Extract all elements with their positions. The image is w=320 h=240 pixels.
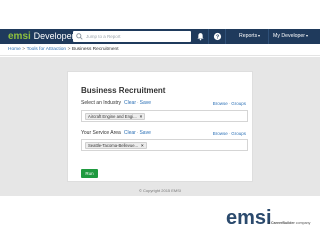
industry-label: Select an Industry xyxy=(81,100,122,106)
industry-browse-link[interactable]: Browse xyxy=(213,101,228,106)
main-content: Business Recruitment Select an Industry C… xyxy=(0,57,320,196)
help-icon[interactable]: ? xyxy=(213,32,222,41)
breadcrumb-separator: > xyxy=(22,47,26,52)
breadcrumb-separator: > xyxy=(67,47,71,52)
industry-clear-link[interactable]: Clear xyxy=(124,100,136,106)
link-separator: · xyxy=(228,101,231,106)
breadcrumb-tools-for-attraction[interactable]: Tools for Attraction xyxy=(27,47,66,52)
page-title: Business Recruitment xyxy=(81,86,166,95)
link-separator: · xyxy=(228,131,231,136)
tagline-prefix: a xyxy=(268,221,270,225)
breadcrumb-bar: Home > Tools for Attraction > Business Recru… xyxy=(0,44,320,56)
caret-down-icon xyxy=(258,34,261,37)
careerbuilder-name: CareerBuilder xyxy=(271,221,295,225)
run-button[interactable]: Run xyxy=(81,169,98,178)
my-developer-label: My Developer xyxy=(273,33,306,39)
selected-industry-chip: Aircraft Engine and Engi... × xyxy=(85,113,146,120)
nav-divider xyxy=(225,29,226,44)
notifications-bell-icon[interactable] xyxy=(196,32,205,41)
top-navigation-bar: emsi Developer Jump to a Report ? Report… xyxy=(0,29,320,44)
footer-logo-text: emsi xyxy=(226,207,272,229)
breadcrumb-current-page: Business Recruitment xyxy=(71,47,119,52)
nav-divider xyxy=(268,29,269,44)
industry-field-label: Select an Industry Clear·Save xyxy=(81,100,151,107)
industry-selector[interactable]: Aircraft Engine and Engi... × xyxy=(81,110,248,122)
service-area-save-link[interactable]: Save xyxy=(139,130,150,136)
service-area-clear-link[interactable]: Clear xyxy=(124,130,136,136)
selected-service-area-chip: Seattle-Tacoma-Bellevue... × xyxy=(85,142,147,149)
selected-industry-text: Aircraft Engine and Engi... xyxy=(88,114,137,119)
reports-label: Reports xyxy=(239,33,258,39)
industry-groups-link[interactable]: Groups xyxy=(231,101,246,106)
copyright-notice: © Copyright 2015 EMSI xyxy=(138,188,182,193)
remove-industry-icon[interactable]: × xyxy=(140,114,143,119)
business-recruitment-card: Business Recruitment Select an Industry C… xyxy=(67,71,253,182)
jump-to-report-search[interactable]: Jump to a Report xyxy=(73,31,191,42)
industry-save-link[interactable]: Save xyxy=(140,100,151,106)
service-area-options: Browse·Groups xyxy=(213,130,246,137)
careerbuilder-tagline: a CareerBuilder company xyxy=(268,221,310,226)
reports-menu[interactable]: Reports xyxy=(239,29,261,44)
brand-name: emsi xyxy=(8,31,31,42)
industry-options: Browse·Groups xyxy=(213,100,246,107)
service-area-selector[interactable]: Seattle-Tacoma-Bellevue... × xyxy=(81,139,248,151)
link-separator: · xyxy=(136,100,139,106)
search-placeholder: Jump to a Report xyxy=(86,34,121,39)
svg-text:?: ? xyxy=(216,34,219,40)
emsi-footer-logo: emsi xyxy=(226,206,272,230)
service-area-field-label: Your Service Area Clear·Save xyxy=(81,130,151,137)
breadcrumb: Home > Tools for Attraction > Business Recru… xyxy=(8,44,119,56)
emsi-developer-logo[interactable]: emsi Developer xyxy=(8,30,75,43)
caret-down-icon xyxy=(306,34,309,37)
product-name: Developer xyxy=(33,31,75,41)
service-area-label: Your Service Area xyxy=(81,130,121,136)
selected-service-area-text: Seattle-Tacoma-Bellevue... xyxy=(88,143,139,148)
service-area-groups-link[interactable]: Groups xyxy=(231,131,246,136)
tagline-suffix: company xyxy=(295,221,311,225)
breadcrumb-home[interactable]: Home xyxy=(8,47,21,52)
service-area-browse-link[interactable]: Browse xyxy=(213,131,228,136)
remove-service-area-icon[interactable]: × xyxy=(141,143,144,148)
search-icon xyxy=(76,33,83,40)
my-developer-menu[interactable]: My Developer xyxy=(273,29,309,44)
nav-divider xyxy=(208,29,209,44)
